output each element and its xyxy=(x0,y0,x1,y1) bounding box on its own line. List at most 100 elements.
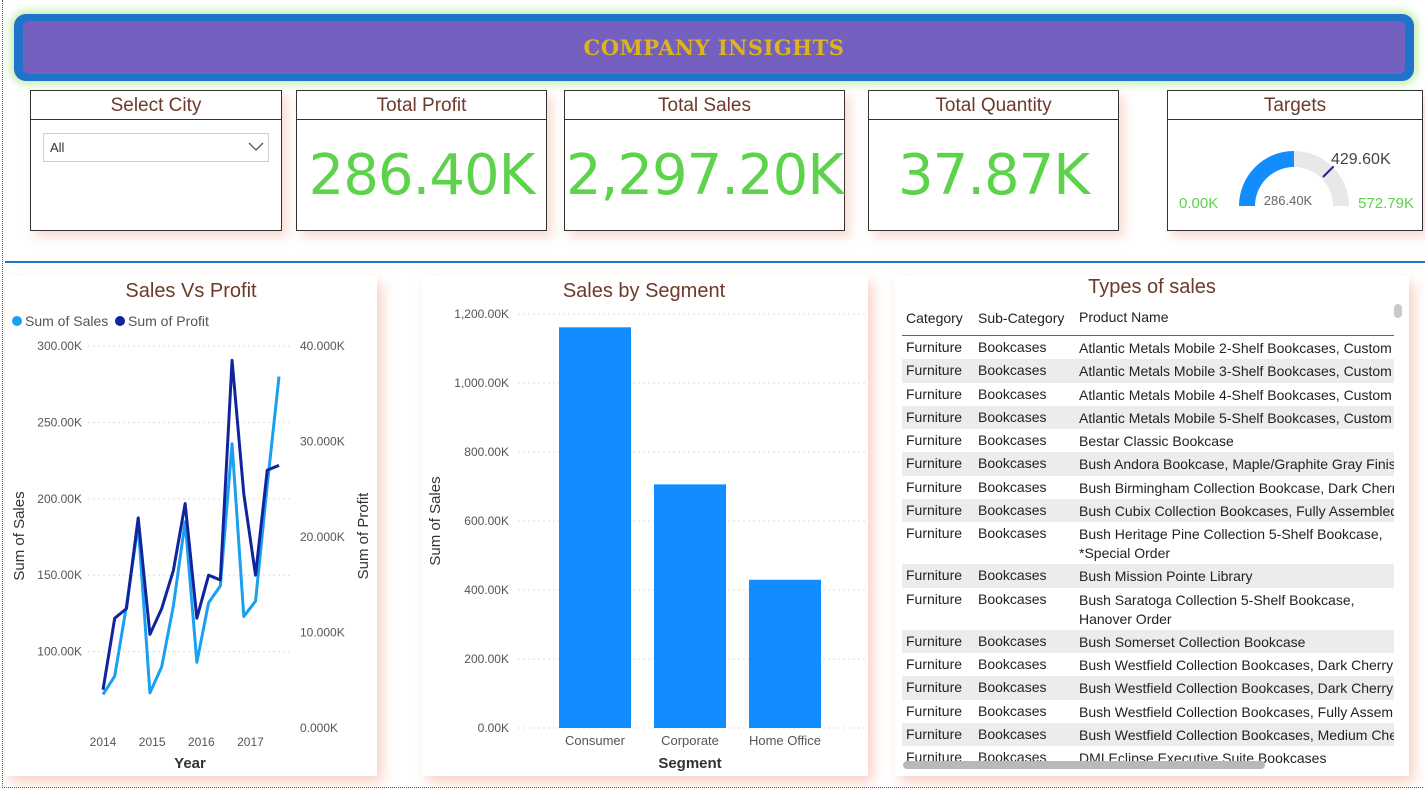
cell-category: Furniture xyxy=(906,525,963,542)
cell-product-name: Bush Westfield Collection Bookcases, Med… xyxy=(1079,726,1394,743)
bar-corporate[interactable] xyxy=(654,484,726,728)
city-slicer-title: Select City xyxy=(31,91,281,120)
header-category[interactable]: Category xyxy=(902,310,974,326)
cell-subcategory: Bookcases xyxy=(978,362,1047,379)
kpi-profit-value: 286.40K xyxy=(308,143,536,208)
cell-subcategory: Bookcases xyxy=(978,679,1047,696)
y-tick-label: 600.00K xyxy=(464,514,509,528)
table-row[interactable]: Furniture Bookcases Bush Somerset Collecti… xyxy=(902,629,1394,653)
header-product-name[interactable]: Product Name xyxy=(1076,308,1394,327)
cell-subcategory: Bookcases xyxy=(978,567,1047,584)
cell-subcategory: Bookcases xyxy=(978,432,1047,449)
cell-product-name: Bush Birmingham Collection Bookcase, Dar… xyxy=(1079,479,1394,496)
table-header: Category Sub-Category Product Name xyxy=(902,300,1394,336)
kpi-quantity-title: Total Quantity xyxy=(869,91,1118,120)
y-tick-label: 200.00K xyxy=(37,492,82,506)
kpi-profit-title: Total Profit xyxy=(297,91,546,120)
y-tick-label: 250.00K xyxy=(37,415,82,429)
cell-subcategory: Bookcases xyxy=(978,339,1047,355)
y-tick-label: 400.00K xyxy=(464,583,509,597)
table-row[interactable]: Furniture Bookcases Bestar Classic Bookcas… xyxy=(902,429,1394,452)
cell-category: Furniture xyxy=(906,385,963,402)
targets-card: Targets 286.40K 0.00K 572.79K 429.60K xyxy=(1167,90,1423,231)
cell-subcategory: Bookcases xyxy=(978,702,1047,719)
cell-product-name: Atlantic Metals Mobile 5-Shelf Bookcases… xyxy=(1079,409,1394,426)
cell-subcategory: Bookcases xyxy=(978,478,1047,495)
table-row[interactable]: Furniture Bookcases Bush Mission Pointe Li… xyxy=(902,564,1394,588)
x-tick-label: 2015 xyxy=(139,735,166,749)
kpi-card-sales: Total Sales 2,297.20K xyxy=(564,90,845,231)
bar-chart-ylabel: Sum of Sales xyxy=(427,476,444,565)
bar-chart-title: Sales by Segment xyxy=(563,280,726,302)
line-chart-title: Sales Vs Profit xyxy=(125,280,257,302)
y-tick-label: 1,200.00K xyxy=(454,307,509,321)
cell-subcategory: Bookcases xyxy=(978,590,1047,607)
cell-subcategory: Bookcases xyxy=(978,408,1047,425)
table-row[interactable]: Furniture Bookcases Bush Westfield Collect… xyxy=(902,700,1394,723)
table-horizontal-scrollbar[interactable] xyxy=(903,761,1265,769)
line-chart-xlabel: Year xyxy=(174,755,206,772)
table-row[interactable]: Furniture Bookcases Bush Heritage Pine Col… xyxy=(902,522,1394,564)
gauge-max-label: 572.79K xyxy=(1358,195,1414,212)
cell-product-name: Bush Heritage Pine Collection 5-Shelf Bo… xyxy=(1079,526,1383,562)
kpi-card-profit: Total Profit 286.40K xyxy=(296,90,547,231)
table-row[interactable]: Furniture Bookcases Bush Cubix Collection … xyxy=(902,499,1394,523)
table-vertical-scrollbar[interactable] xyxy=(1394,304,1402,318)
legend-profit-marker xyxy=(115,316,125,326)
x-tick-label: 2017 xyxy=(237,735,264,749)
cell-product-name: Atlantic Metals Mobile 4-Shelf Bookcases… xyxy=(1079,386,1394,403)
banner-inner: COMPANY INSIGHTS xyxy=(23,21,1405,74)
table-row[interactable]: Furniture Bookcases Bush Saratoga Collecti… xyxy=(902,588,1394,630)
table-row[interactable]: Furniture Bookcases Bush Westfield Collect… xyxy=(902,676,1394,700)
cell-category: Furniture xyxy=(906,655,963,672)
cell-category: Furniture xyxy=(906,679,963,696)
bar-home-office[interactable] xyxy=(749,579,821,728)
table-row[interactable]: Furniture Bookcases Bush Westfield Collect… xyxy=(902,722,1394,747)
cell-product-name: Bestar Classic Bookcase xyxy=(1079,433,1234,450)
legend-sales-marker xyxy=(12,316,22,326)
cell-subcategory: Bookcases xyxy=(978,502,1047,519)
y2-tick-label: 40.000K xyxy=(300,339,345,353)
table-row[interactable]: Furniture Bookcases Bush Westfield Collect… xyxy=(902,653,1394,676)
table-row[interactable]: Furniture Bookcases Bush Birmingham Collec… xyxy=(902,476,1394,499)
kpi-sales-value: 2,297.20K xyxy=(565,143,844,208)
targets-title: Targets xyxy=(1168,91,1422,120)
kpi-quantity-value: 37.87K xyxy=(897,143,1090,208)
cell-category: Furniture xyxy=(906,339,963,355)
city-dropdown[interactable]: All xyxy=(43,133,269,162)
series-line-profit xyxy=(101,358,280,691)
bar-consumer[interactable] xyxy=(559,327,631,728)
cell-product-name: Bush Westfield Collection Bookcases, Dar… xyxy=(1079,680,1394,697)
table-row[interactable]: Furniture Bookcases Atlantic Metals Mobile… xyxy=(902,336,1394,359)
banner: COMPANY INSIGHTS xyxy=(14,14,1414,81)
table-row[interactable]: Furniture Bookcases Atlantic Metals Mobile… xyxy=(902,359,1394,383)
gauge-value-label: 286.40K xyxy=(1264,193,1313,208)
cell-product-name: Bush Cubix Collection Bookcases, Fully A… xyxy=(1079,503,1394,520)
cell-subcategory: Bookcases xyxy=(978,632,1047,649)
sales-vs-profit-chart: Sales Vs Profit Sum of Sales Sum of Prof… xyxy=(11,280,372,772)
table-row[interactable]: Furniture Bookcases Bush Andora Bookcase, … xyxy=(902,452,1394,476)
cell-category: Furniture xyxy=(906,725,963,742)
sales-by-segment-chart: Sales by Segment 1,200.00K 1,000.00K 800.0… xyxy=(427,280,865,772)
y2-tick-label: 20.000K xyxy=(300,530,345,544)
cell-product-name: Bush Saratoga Collection 5-Shelf Bookcas… xyxy=(1079,591,1355,627)
table-row[interactable]: Furniture Bookcases Atlantic Metals Mobile… xyxy=(902,383,1394,406)
banner-title: COMPANY INSIGHTS xyxy=(583,35,845,60)
cell-subcategory: Bookcases xyxy=(978,455,1047,472)
y-tick-label: 150.00K xyxy=(37,568,82,582)
cell-subcategory: Bookcases xyxy=(978,525,1047,542)
y-tick-label: 0.00K xyxy=(478,721,509,735)
city-slicer: Select City All xyxy=(30,90,282,231)
y-tick-label: 1,000.00K xyxy=(454,376,509,390)
series-line-sales xyxy=(101,376,281,696)
cell-product-name: Bush Westfield Collection Bookcases, Dar… xyxy=(1079,656,1394,673)
gauge-target-label: 429.60K xyxy=(1331,151,1391,168)
table-row[interactable]: Furniture Bookcases Atlantic Metals Mobile… xyxy=(902,405,1394,430)
cell-product-name: Atlantic Metals Mobile 3-Shelf Bookcases… xyxy=(1079,363,1394,380)
table-title: Types of sales xyxy=(1088,276,1216,298)
header-subcategory[interactable]: Sub-Category xyxy=(974,310,1076,326)
cell-category: Furniture xyxy=(906,432,963,449)
kpi-sales-title: Total Sales xyxy=(565,91,844,120)
x-tick-label: 2014 xyxy=(90,735,117,749)
sales-table[interactable]: Category Sub-Category Product Name Furni… xyxy=(902,300,1394,764)
